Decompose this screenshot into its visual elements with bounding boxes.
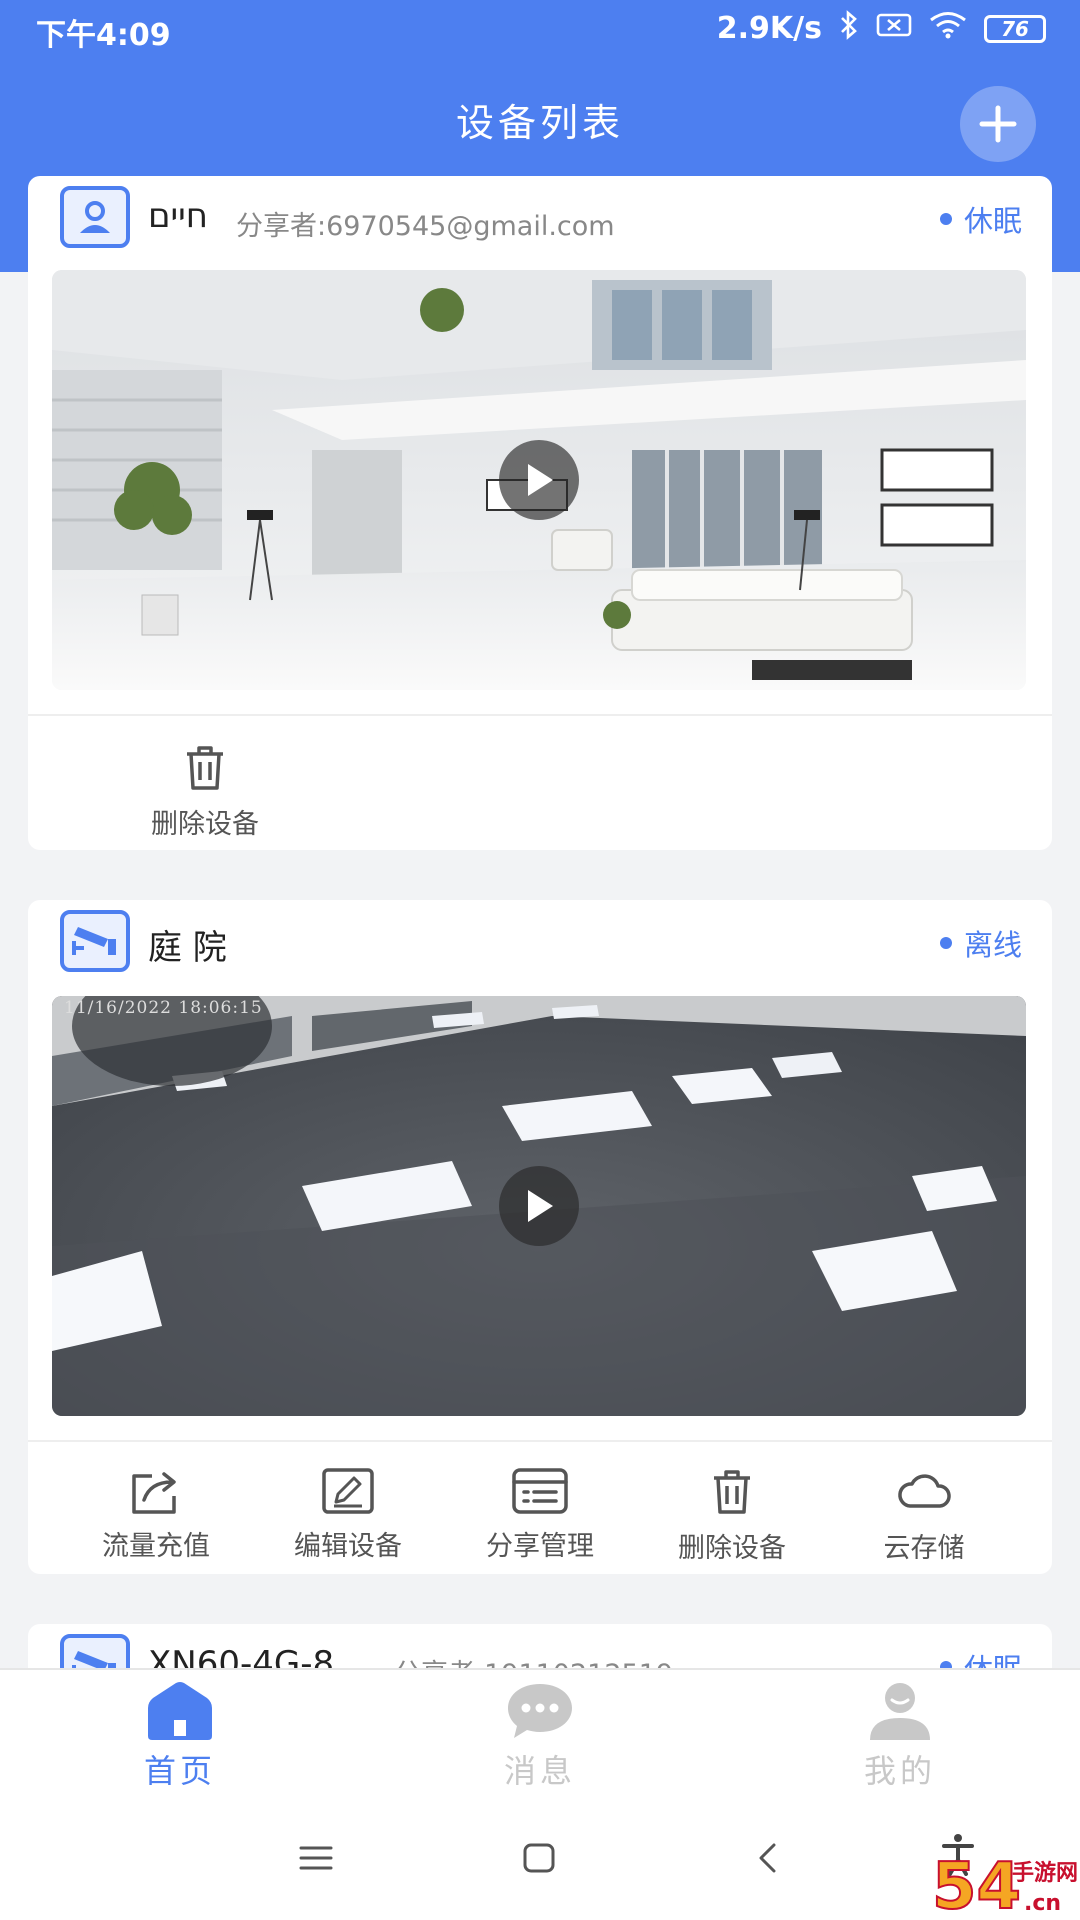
video-timestamp: 11/16/2022 18:06:15: [64, 998, 263, 1018]
add-device-button[interactable]: [960, 86, 1036, 162]
menu-icon: [299, 1846, 333, 1870]
video-preview[interactable]: 11/16/2022 18:06:15: [52, 996, 1026, 1416]
action-label: 分享管理: [486, 1531, 594, 1562]
tab-profile[interactable]: 我的: [800, 1680, 1000, 1792]
play-icon: [528, 464, 553, 496]
action-label: 编辑设备: [294, 1531, 402, 1562]
status-bar: 下午4:09 2.9K/s 76: [0, 0, 1080, 58]
device-status: 离线: [939, 922, 1022, 964]
video-preview[interactable]: [52, 270, 1026, 690]
data-recharge-button[interactable]: 流量充值: [71, 1466, 241, 1563]
device-card-header[interactable]: 庭 院 离线: [28, 900, 1052, 996]
device-name: 庭 院: [148, 928, 227, 968]
svg-text:手游网: 手游网: [1012, 1860, 1078, 1886]
device-status-label: 休眠: [963, 204, 1022, 238]
play-button[interactable]: [499, 440, 579, 520]
card-divider: [28, 1440, 1052, 1442]
edit-icon: [322, 1468, 374, 1514]
status-time: 下午4:09: [36, 18, 171, 53]
action-label: 删除设备: [151, 809, 259, 840]
delete-device-button[interactable]: 删除设备: [120, 742, 290, 841]
bottom-tab-bar: 首页 消息 我的: [0, 1668, 1080, 1806]
home-icon: [148, 1682, 212, 1740]
system-back-button[interactable]: [750, 1840, 786, 1880]
status-indicators: 2.9K/s 76: [717, 10, 1046, 47]
page-title: 设备列表: [455, 101, 624, 145]
share-manage-button[interactable]: 分享管理: [455, 1466, 625, 1563]
navbar: 设备列表: [0, 58, 1080, 176]
person-icon: [870, 1683, 930, 1740]
svg-text:54: 54: [932, 1850, 1021, 1920]
status-dot: [939, 937, 952, 949]
play-button[interactable]: [499, 1166, 579, 1246]
plus-icon: [979, 105, 1017, 143]
svg-text:.cn: .cn: [1024, 1891, 1061, 1916]
cloud-storage-button[interactable]: 云存储: [839, 1466, 1009, 1565]
tab-home[interactable]: 首页: [80, 1680, 280, 1792]
action-label: 云存储: [883, 1533, 965, 1564]
tab-label: 我的: [863, 1752, 936, 1790]
share-out-icon: [132, 1472, 176, 1514]
status-dot: [939, 213, 952, 225]
device-name: חיים: [148, 196, 208, 236]
camera-icon: [60, 910, 130, 972]
edit-device-button[interactable]: 编辑设备: [263, 1466, 433, 1563]
battery-indicator: 76: [984, 14, 1046, 43]
trash-icon: [187, 746, 223, 790]
device-card-header[interactable]: חיים 分享者:6970545@gmail.com 休眠: [28, 176, 1052, 272]
back-icon: [759, 1843, 776, 1873]
trash-icon: [714, 1470, 750, 1514]
site-watermark-logo: 54 手游网 .cn: [928, 1838, 1080, 1920]
square-icon: [523, 1843, 555, 1873]
sim-none-icon: [876, 12, 912, 45]
tab-label: 消息: [503, 1752, 576, 1790]
delete-device-button[interactable]: 删除设备: [647, 1466, 817, 1565]
system-nav-bar: [0, 1806, 1080, 1920]
system-menu-button[interactable]: [298, 1840, 334, 1880]
action-label: 流量充值: [102, 1531, 210, 1562]
card-divider: [28, 714, 1052, 716]
tab-messages[interactable]: 消息: [440, 1680, 640, 1792]
action-label: 删除设备: [678, 1533, 786, 1564]
network-speed: 2.9K/s: [716, 11, 822, 46]
user-icon: [60, 186, 130, 248]
system-home-button[interactable]: [521, 1840, 557, 1880]
play-icon: [528, 1190, 553, 1222]
chat-icon: [508, 1684, 572, 1738]
cloud-icon: [898, 1474, 951, 1508]
device-card: 庭 院 离线 11/16/2022 18:06:15 流量充值 编辑设备 分享管…: [28, 900, 1052, 1574]
device-status-label: 离线: [963, 928, 1022, 962]
wifi-icon: [928, 10, 968, 47]
list-card-icon: [512, 1468, 568, 1514]
device-status: 休眠: [939, 198, 1022, 240]
device-share-text: 分享者:6970545@gmail.com: [236, 211, 615, 242]
bluetooth-icon: [838, 10, 860, 47]
tab-label: 首页: [143, 1752, 216, 1790]
device-card: חיים 分享者:6970545@gmail.com 休眠 删除设备: [28, 176, 1052, 850]
